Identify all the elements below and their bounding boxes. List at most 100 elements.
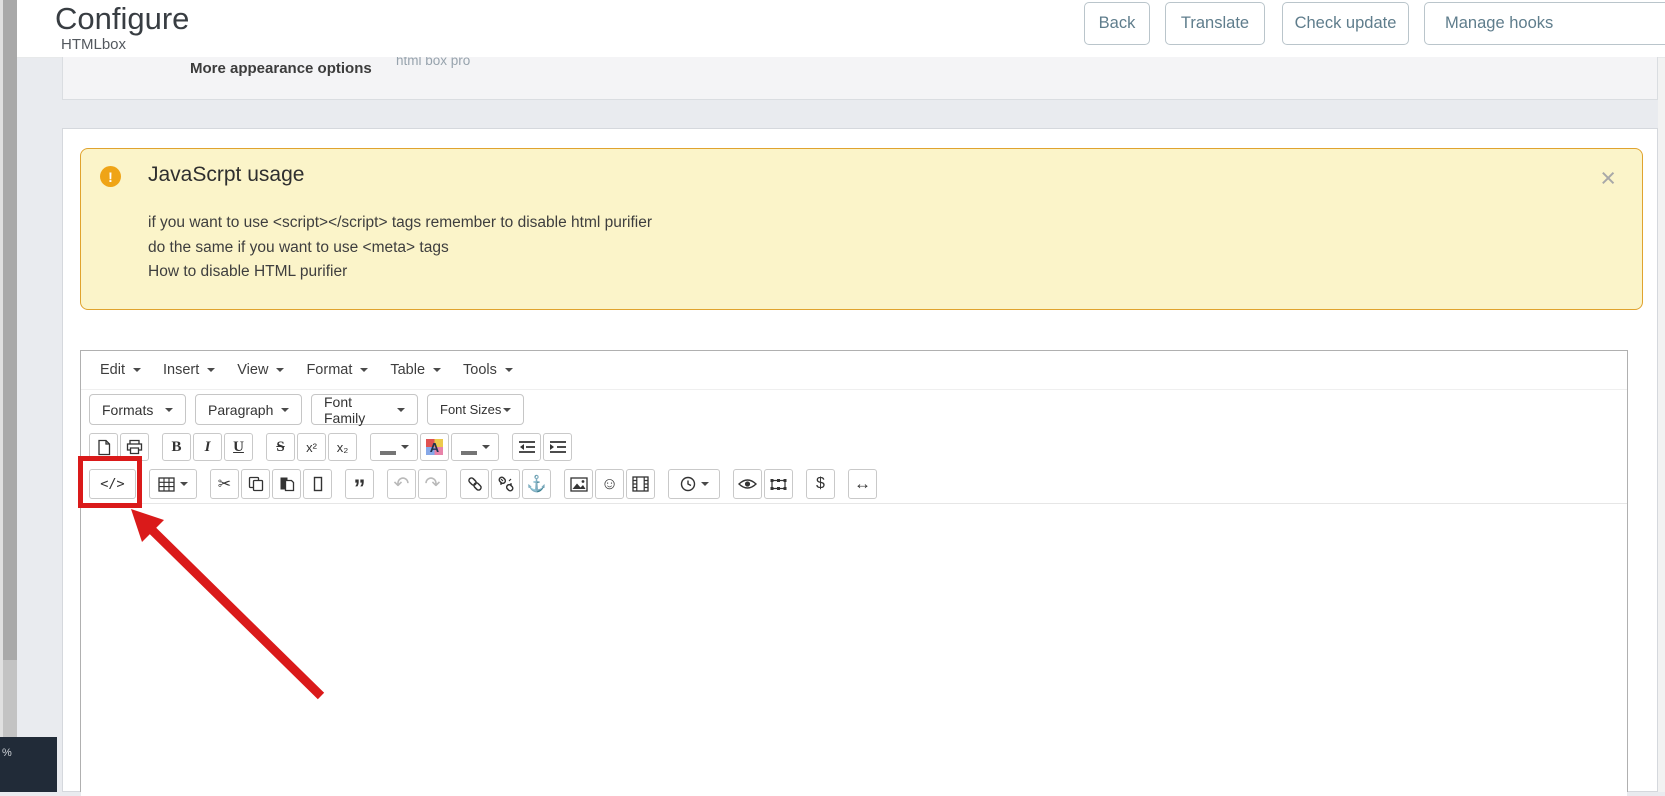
alert-line: How to disable HTML purifier [148, 260, 652, 285]
editor-toolbar-dropdowns: Formats Paragraph Font Family Font Sizes [81, 390, 1627, 429]
indent-icon [549, 440, 567, 454]
insert-datetime-button[interactable] [668, 469, 720, 499]
page-title: Configure [55, 1, 189, 37]
html-box-pro-link[interactable]: html box pro [396, 57, 470, 68]
table-icon [158, 477, 175, 492]
alert-body: if you want to use <script></script> tag… [148, 211, 652, 285]
link-button[interactable] [460, 469, 489, 499]
appearance-options-card: More appearance options html box pro [62, 57, 1658, 100]
indent-button[interactable] [543, 433, 572, 461]
caret-down-icon [276, 368, 284, 372]
caret-down-icon [397, 408, 405, 412]
eye-icon [738, 477, 757, 491]
paste-as-text-button[interactable] [303, 469, 332, 499]
alert-line: do the same if you want to use <meta> ta… [148, 236, 652, 261]
warning-icon: ! [100, 166, 121, 187]
anchor-button[interactable]: ⚓ [522, 469, 551, 499]
caret-down-icon [165, 408, 173, 412]
new-document-icon [96, 439, 112, 456]
caret-down-icon [180, 482, 188, 486]
outdent-icon [518, 440, 536, 454]
right-scrollbar-track [1658, 57, 1665, 792]
translate-button[interactable]: Translate [1165, 2, 1265, 45]
caret-down-icon [505, 368, 513, 372]
new-document-button[interactable] [89, 433, 118, 461]
redo-button[interactable]: ↷ [418, 469, 447, 499]
alert-line: if you want to use <script></script> tag… [148, 211, 652, 236]
image-icon [570, 477, 588, 492]
undo-button[interactable]: ↶ [387, 469, 416, 499]
paste-button[interactable] [272, 469, 301, 499]
rich-text-editor: Edit Insert View Format Table Tools Form… [80, 350, 1628, 792]
print-icon [126, 439, 143, 455]
font-sizes-dropdown[interactable]: Font Sizes [427, 394, 524, 425]
preview-button[interactable] [733, 469, 762, 499]
caret-down-icon [701, 482, 709, 486]
menu-view[interactable]: View [226, 351, 295, 389]
underline-button[interactable]: U [224, 433, 253, 461]
caret-down-icon [207, 368, 215, 372]
menu-table[interactable]: Table [379, 351, 452, 389]
javascript-usage-alert: ! JavaScrpt usage × if you want to use <… [80, 148, 1643, 310]
font-color-button[interactable]: A [420, 433, 449, 461]
superscript-button[interactable]: x² [297, 433, 326, 461]
corner-badge: % [0, 737, 57, 792]
text-color-button[interactable] [370, 433, 418, 461]
outdent-button[interactable] [512, 433, 541, 461]
check-update-button[interactable]: Check update [1282, 2, 1409, 45]
paste-icon [279, 476, 295, 492]
paragraph-dropdown[interactable]: Paragraph [195, 394, 302, 425]
print-button[interactable] [120, 433, 149, 461]
clock-icon [680, 476, 696, 492]
caret-down-icon [433, 368, 441, 372]
page-subtitle: HTMLbox [61, 36, 126, 53]
visual-blocks-button[interactable] [764, 469, 793, 499]
image-button[interactable] [564, 469, 593, 499]
editor-menubar: Edit Insert View Format Table Tools [81, 351, 1627, 390]
caret-down-icon [281, 408, 289, 412]
menu-insert[interactable]: Insert [152, 351, 226, 389]
copy-icon [248, 476, 264, 492]
nonbreaking-button[interactable]: ↔ [848, 469, 877, 499]
menu-tools[interactable]: Tools [452, 351, 524, 389]
link-icon [466, 475, 484, 493]
unlink-button[interactable] [491, 469, 520, 499]
editor-content-area[interactable] [81, 504, 1627, 796]
strikethrough-button[interactable]: S [266, 433, 295, 461]
menu-format[interactable]: Format [295, 351, 379, 389]
visual-blocks-icon [769, 477, 788, 492]
background-color-button[interactable] [451, 433, 499, 461]
editor-toolbar-row2: </> ✂ ” ↶ ↷ [81, 465, 1627, 504]
font-color-icon: A [426, 439, 443, 455]
cut-button[interactable]: ✂ [210, 469, 239, 499]
unlink-icon [497, 475, 515, 493]
subscript-button[interactable]: x₂ [328, 433, 357, 461]
paste-as-text-icon [313, 476, 323, 492]
formats-dropdown[interactable]: Formats [89, 394, 186, 425]
dollar-button[interactable]: $ [806, 469, 835, 499]
caret-down-icon [503, 408, 511, 412]
close-icon[interactable]: × [1600, 165, 1616, 192]
media-icon [632, 476, 649, 492]
blockquote-button[interactable]: ” [345, 469, 374, 499]
menu-edit[interactable]: Edit [89, 351, 152, 389]
alert-title: JavaScrpt usage [148, 163, 304, 187]
caret-down-icon [482, 445, 490, 449]
manage-hooks-button[interactable]: Manage hooks [1424, 2, 1665, 45]
background-color-bar-icon [461, 451, 477, 455]
media-button[interactable] [626, 469, 655, 499]
window-scroll-thumb [3, 660, 17, 738]
text-color-bar-icon [380, 451, 396, 455]
back-button[interactable]: Back [1084, 2, 1150, 45]
italic-button[interactable]: I [193, 433, 222, 461]
editor-toolbar-row1: B I U S x² x₂ A [81, 429, 1627, 465]
table-button[interactable] [149, 469, 197, 499]
source-code-button[interactable]: </> [89, 469, 136, 499]
caret-down-icon [401, 445, 409, 449]
font-family-dropdown[interactable]: Font Family [311, 394, 418, 425]
bold-button[interactable]: B [162, 433, 191, 461]
appearance-options-title: More appearance options [190, 60, 372, 77]
copy-button[interactable] [241, 469, 270, 499]
emoticons-button[interactable]: ☺ [595, 469, 624, 499]
caret-down-icon [360, 368, 368, 372]
